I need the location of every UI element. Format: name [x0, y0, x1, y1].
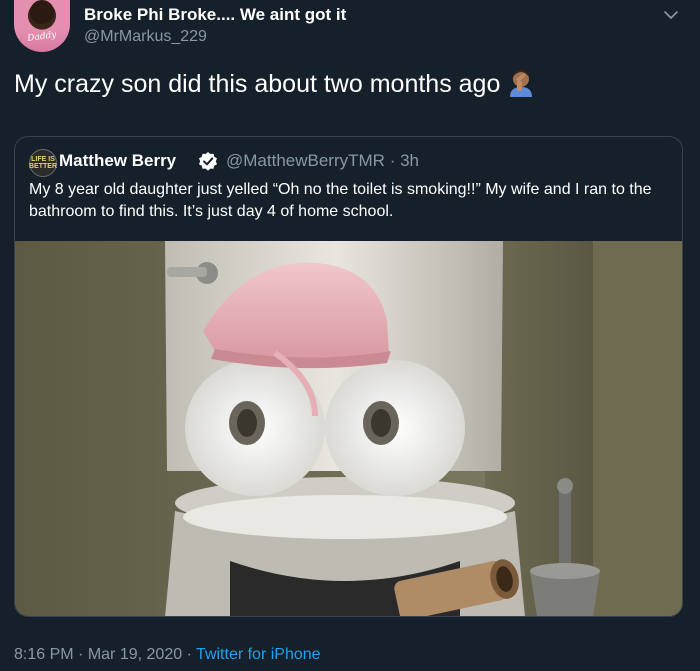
toilet-paper-face-photo[interactable] — [15, 241, 683, 617]
avatar-shirt-text: Daddy — [26, 30, 58, 44]
quoted-time[interactable]: 3h — [400, 151, 419, 170]
facepalm-emoji-icon — [510, 70, 533, 97]
footer-separator: · — [186, 646, 192, 663]
tweet-time[interactable]: 8:16 PM — [14, 646, 74, 663]
chevron-down-icon[interactable] — [662, 6, 680, 24]
user-handle[interactable]: @MrMarkus_229 — [84, 28, 207, 46]
tweet-footer: 8:16 PM · Mar 19, 2020 · Twitter for iPh… — [14, 646, 321, 664]
quoted-text: My 8 year old daughter just yelled “Oh n… — [29, 181, 652, 220]
user-avatar[interactable]: Daddy — [14, 0, 70, 52]
tweet-text: My crazy son did this about two months a… — [14, 68, 534, 100]
display-name[interactable]: Broke Phi Broke.... We aint got it — [84, 5, 346, 25]
quoted-display-name[interactable]: Matthew Berry — [59, 151, 176, 171]
quoted-handle-time: @MatthewBerryTMR · 3h — [226, 151, 419, 171]
verified-badge-icon — [199, 152, 217, 171]
footer-separator: · — [78, 646, 84, 663]
avatar-face — [30, 0, 54, 24]
tweet-text-content: My crazy son did this about two months a… — [14, 70, 501, 98]
tweet-date[interactable]: Mar 19, 2020 — [88, 646, 182, 663]
quoted-separator: · — [389, 151, 396, 170]
quoted-avatar[interactable]: LIFE IS BETTER — [29, 149, 57, 177]
quoted-tweet[interactable]: LIFE IS BETTER Matthew Berry @MatthewBer… — [14, 136, 683, 617]
tweet-source-link[interactable]: Twitter for iPhone — [196, 646, 321, 663]
quoted-handle[interactable]: @MatthewBerryTMR — [226, 151, 385, 170]
